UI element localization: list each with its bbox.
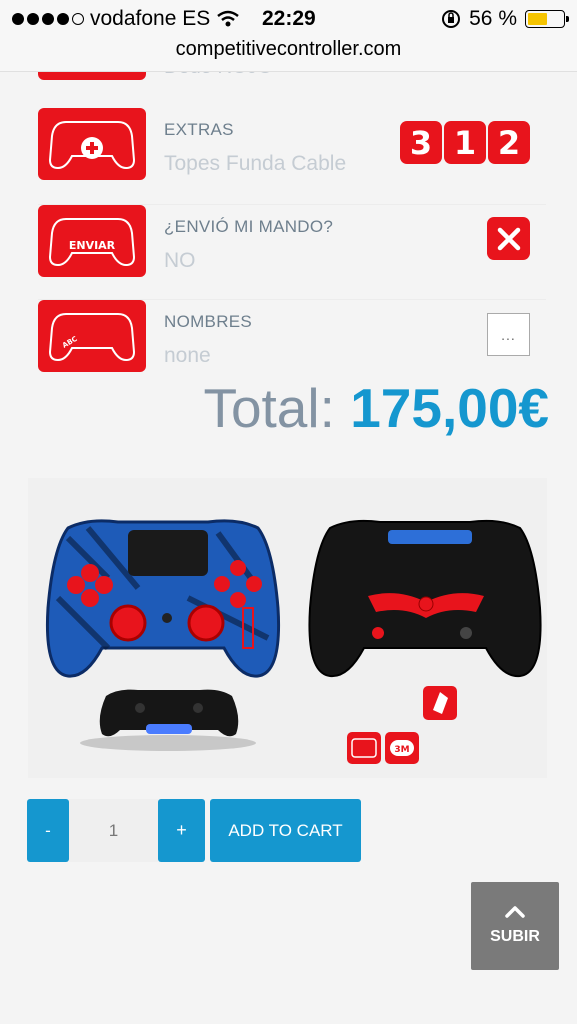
carrier-info: vodafone ES bbox=[12, 7, 240, 31]
front-controller-image bbox=[45, 519, 281, 678]
quantity-input[interactable]: 1 bbox=[69, 799, 158, 862]
option-label: NOMBRES bbox=[164, 312, 253, 331]
battery-percent: 56 % bbox=[469, 7, 517, 30]
order-total: Total: 175,00€ bbox=[203, 376, 549, 440]
controller-send-thumb: ENVIAR bbox=[38, 205, 146, 277]
more-button[interactable]: ... bbox=[487, 313, 530, 356]
send-thumb-text: ENVIAR bbox=[69, 239, 116, 252]
product-image: 3M bbox=[28, 478, 547, 778]
extras-digit: 1 bbox=[444, 121, 486, 164]
decrease-quantity-button[interactable]: - bbox=[27, 799, 69, 862]
status-bar: vodafone ES 22:29 56 % bbox=[0, 0, 577, 38]
url-text: competitivecontroller.com bbox=[175, 38, 402, 60]
option-label: ¿ENVIÓ MI MANDO? bbox=[164, 217, 334, 236]
close-icon[interactable] bbox=[487, 217, 530, 260]
option-label: EXTRAS bbox=[164, 120, 234, 139]
option-row-extras: EXTRAS Topes Funda Cable 3 1 2 bbox=[38, 108, 546, 180]
clock: 22:29 bbox=[262, 7, 316, 30]
3m-badge-text: 3M bbox=[394, 745, 409, 755]
option-row-send-controller: ENVIAR ¿ENVIÓ MI MANDO? NO bbox=[38, 204, 546, 277]
small-controller-image bbox=[80, 689, 256, 751]
controller-case-badge-icon bbox=[347, 732, 381, 764]
option-value: none bbox=[164, 344, 211, 367]
controller-names-thumb: ABC bbox=[38, 300, 146, 372]
scroll-to-top-button[interactable]: SUBIR bbox=[471, 882, 559, 970]
total-label: Total: bbox=[203, 377, 335, 439]
paddle-badge-icon bbox=[423, 686, 457, 720]
extras-digit: 3 bbox=[400, 121, 442, 164]
signal-strength-icon bbox=[12, 13, 84, 25]
battery-icon bbox=[525, 10, 569, 28]
carrier-name: vodafone ES bbox=[90, 7, 211, 30]
extras-digits: 3 1 2 bbox=[400, 121, 530, 164]
address-bar[interactable]: competitivecontroller.com bbox=[0, 38, 577, 72]
chevron-up-icon bbox=[505, 906, 525, 918]
wifi-icon bbox=[217, 10, 240, 27]
controller-send-icon: ENVIAR bbox=[48, 218, 136, 267]
option-value: NO bbox=[164, 249, 196, 272]
back-controller-image bbox=[308, 519, 542, 678]
increase-quantity-button[interactable]: + bbox=[158, 799, 205, 862]
controller-plus-thumb bbox=[38, 108, 146, 180]
controller-abc-icon: ABC bbox=[48, 313, 136, 362]
scroll-to-top-label: SUBIR bbox=[490, 928, 540, 945]
add-to-cart-button[interactable]: ADD TO CART bbox=[210, 799, 361, 862]
extras-digit: 2 bbox=[488, 121, 530, 164]
controller-plus-icon bbox=[48, 121, 136, 170]
rotation-lock-icon bbox=[442, 10, 461, 28]
option-value: Topes Funda Cable bbox=[164, 152, 347, 175]
3m-grip-badge-icon: 3M bbox=[385, 732, 419, 764]
option-row-names: ABC NOMBRES none ... bbox=[38, 299, 546, 372]
total-amount: 175,00€ bbox=[350, 377, 549, 439]
status-right: 56 % bbox=[441, 7, 569, 31]
